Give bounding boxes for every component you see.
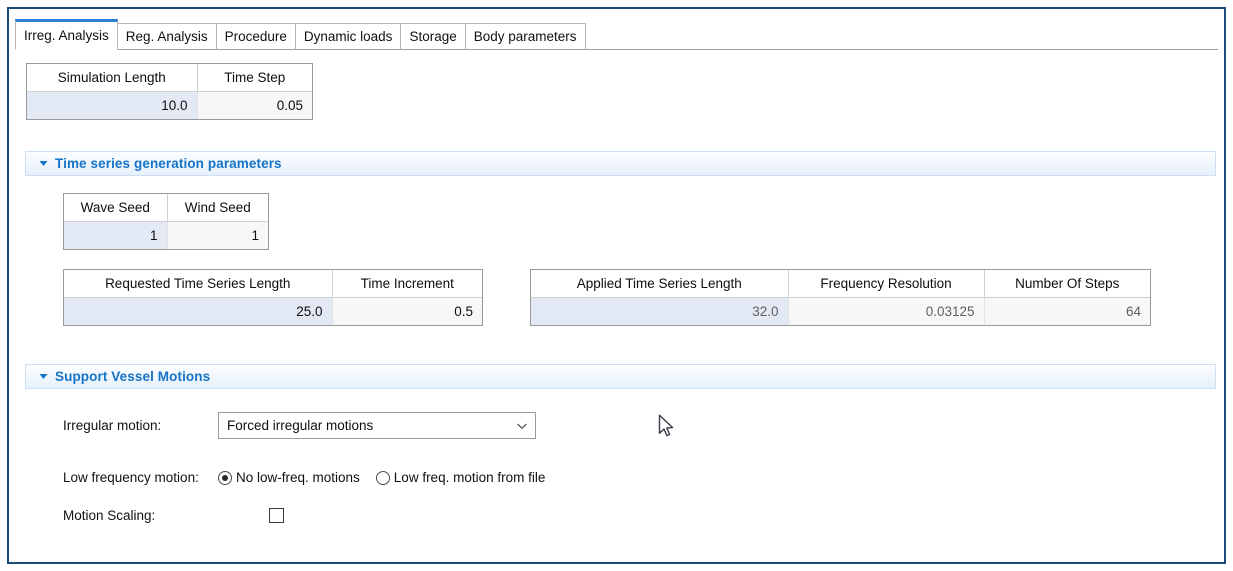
cell-wind-seed[interactable]: 1 [167,221,268,249]
cell-time-step[interactable]: 0.05 [197,91,312,119]
column-header-requested-time-series-length: Requested Time Series Length [64,270,333,298]
triangle-down-icon[interactable] [34,160,52,167]
cell-requested-time-series-length[interactable]: 25.0 [64,297,333,325]
motion-scaling-row: Motion Scaling: [63,508,284,523]
column-header-frequency-resolution: Frequency Resolution [788,270,985,298]
window-frame: Irreg. Analysis Reg. Analysis Procedure … [7,7,1226,564]
table-row: 1 1 [64,221,268,249]
applied-time-series-grid[interactable]: Applied Time Series Length Frequency Res… [530,269,1151,326]
column-header-time-increment: Time Increment [332,270,482,298]
application-window: Irreg. Analysis Reg. Analysis Procedure … [0,0,1233,571]
cell-time-increment[interactable]: 0.5 [332,297,482,325]
section-header-time-series[interactable]: Time series generation parameters [25,151,1216,176]
table-row: 10.0 0.05 [27,91,312,119]
tab-content-panel: Simulation Length Time Step 10.0 0.05 Ti… [15,50,1218,558]
chevron-down-icon[interactable] [509,422,535,430]
table-header-row: Applied Time Series Length Frequency Res… [531,270,1150,298]
tab-storage[interactable]: Storage [400,23,466,50]
table-header-row: Simulation Length Time Step [27,64,312,92]
irregular-motion-selected-value: Forced irregular motions [227,418,374,433]
triangle-down-icon[interactable] [34,373,52,380]
tab-irreg-analysis[interactable]: Irreg. Analysis [15,19,118,50]
irregular-motion-row: Irregular motion: Forced irregular motio… [63,412,536,439]
column-header-simulation-length: Simulation Length [27,64,198,92]
simulation-parameters-grid[interactable]: Simulation Length Time Step 10.0 0.05 [26,63,313,120]
column-header-number-of-steps: Number Of Steps [984,270,1150,298]
irregular-motion-label: Irregular motion: [63,418,162,433]
tab-reg-analysis[interactable]: Reg. Analysis [116,23,217,50]
low-frequency-motion-row: Low frequency motion: No low-freq. motio… [63,470,545,485]
column-header-time-step: Time Step [197,64,312,92]
motion-scaling-label: Motion Scaling: [63,508,156,523]
table-header-row: Wave Seed Wind Seed [64,194,268,222]
column-header-applied-time-series-length: Applied Time Series Length [531,270,789,298]
motion-scaling-checkbox[interactable] [269,508,284,523]
tab-procedure[interactable]: Procedure [215,23,296,50]
section-title-support-vessel-motions: Support Vessel Motions [55,369,211,384]
tab-dynamic-loads[interactable]: Dynamic loads [294,23,402,50]
cell-simulation-length[interactable]: 10.0 [27,91,198,119]
cell-wave-seed[interactable]: 1 [64,221,168,249]
window-inner: Irreg. Analysis Reg. Analysis Procedure … [9,9,1224,562]
table-row: 25.0 0.5 [64,297,482,325]
seed-parameters-grid[interactable]: Wave Seed Wind Seed 1 1 [63,193,269,250]
requested-time-series-grid[interactable]: Requested Time Series Length Time Increm… [63,269,483,326]
column-header-wave-seed: Wave Seed [64,194,168,222]
table-header-row: Requested Time Series Length Time Increm… [64,270,482,298]
tab-list: Irreg. Analysis Reg. Analysis Procedure … [15,17,586,50]
low-frequency-motion-radio-group: No low-freq. motions Low freq. motion fr… [218,470,545,485]
tab-body-parameters[interactable]: Body parameters [464,23,586,50]
section-header-support-vessel-motions[interactable]: Support Vessel Motions [25,364,1216,389]
section-title-time-series: Time series generation parameters [55,156,282,171]
radio-label-no-low-freq-motions: No low-freq. motions [236,470,360,485]
cell-frequency-resolution: 0.03125 [788,297,985,325]
irregular-motion-select[interactable]: Forced irregular motions [218,412,536,439]
radio-no-low-freq-motions[interactable]: No low-freq. motions [218,470,360,485]
column-header-wind-seed: Wind Seed [167,194,268,222]
low-frequency-motion-label: Low frequency motion: [63,470,199,485]
cell-applied-time-series-length: 32.0 [531,297,789,325]
cell-number-of-steps: 64 [984,297,1150,325]
radio-label-low-freq-motion-from-file: Low freq. motion from file [393,470,546,485]
tab-strip: Irreg. Analysis Reg. Analysis Procedure … [15,17,1218,50]
table-row: 32.0 0.03125 64 [531,297,1150,325]
radio-low-freq-motion-from-file[interactable]: Low freq. motion from file [375,470,546,485]
radio-button-icon-selected[interactable] [218,470,232,485]
radio-button-icon-unselected[interactable] [375,470,390,485]
